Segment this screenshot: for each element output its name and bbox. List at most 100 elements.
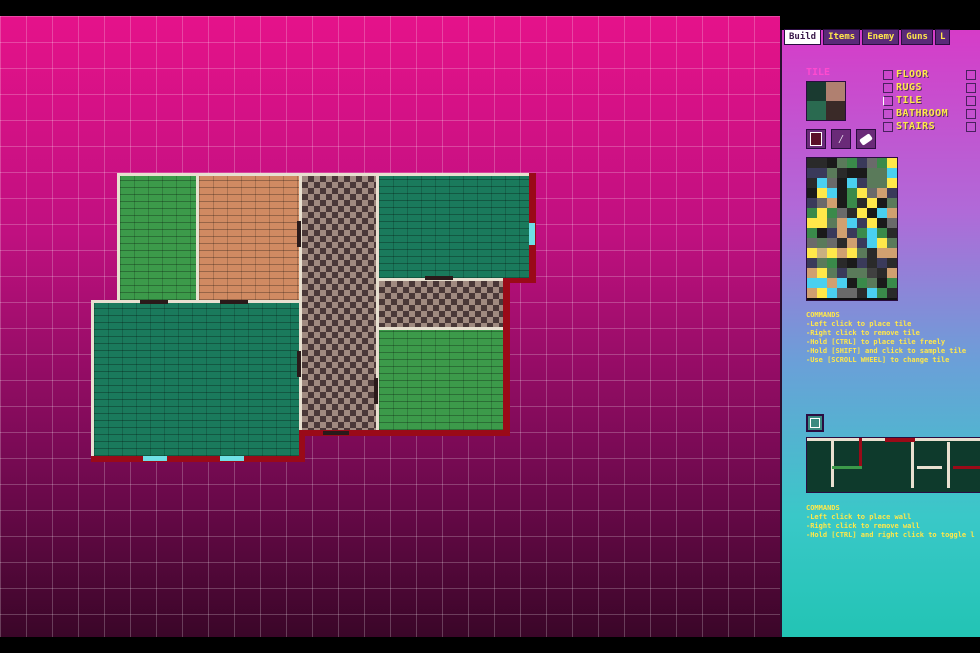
palette-tile[interactable] [857,258,867,268]
palette-tile[interactable] [877,188,887,198]
checkbox[interactable] [883,83,893,93]
level-editor-canvas[interactable] [0,16,780,637]
palette-tile[interactable] [857,218,867,228]
palette-tile[interactable] [887,198,897,208]
palette-tile[interactable] [867,208,877,218]
palette-tile[interactable] [837,278,847,288]
palette-tile[interactable] [887,258,897,268]
palette-tile[interactable] [807,238,817,248]
palette-tile[interactable] [887,208,897,218]
palette-tile[interactable] [877,158,887,168]
palette-tile[interactable] [837,228,847,238]
palette-tile[interactable] [877,248,887,258]
palette-tile[interactable] [837,258,847,268]
wall-tool-button[interactable] [806,414,824,432]
palette-tile[interactable] [847,228,857,238]
palette-tile[interactable] [877,288,887,298]
tab-build[interactable]: Build [784,29,822,45]
palette-tile[interactable] [837,198,847,208]
door[interactable] [529,223,535,245]
palette-tile[interactable] [887,178,897,188]
palette-tile[interactable] [847,188,857,198]
palette-tile[interactable] [887,158,897,168]
palette-tile[interactable] [817,238,827,248]
palette-tile[interactable] [867,248,877,258]
palette-tile[interactable] [877,278,887,288]
wall-palette[interactable] [806,437,980,493]
palette-tile[interactable] [827,258,837,268]
palette-tile[interactable] [867,278,877,288]
palette-tile[interactable] [827,228,837,238]
palette-tile[interactable] [877,198,887,208]
checkbox[interactable] [883,109,893,119]
eyedropper-tool-button[interactable]: ⁄ [831,129,851,149]
tile-palette[interactable] [806,157,898,301]
eraser-tool-button[interactable] [856,129,876,149]
palette-tile[interactable] [887,218,897,228]
palette-tile[interactable] [817,258,827,268]
room-top-right-teal[interactable] [376,173,532,281]
tab-items[interactable]: Items [823,29,861,45]
palette-tile[interactable] [847,268,857,278]
palette-tile[interactable] [817,248,827,258]
checkbox[interactable] [966,109,976,119]
palette-tile[interactable] [837,158,847,168]
palette-tile[interactable] [847,288,857,298]
palette-tile[interactable] [837,208,847,218]
palette-tile[interactable] [807,228,817,238]
palette-tile[interactable] [827,198,837,208]
tab-guns[interactable]: Guns [901,29,933,45]
palette-tile[interactable] [847,278,857,288]
palette-tile[interactable] [867,198,877,208]
category-stairs[interactable]: STAIRS [883,121,935,132]
palette-tile[interactable] [817,268,827,278]
palette-tile[interactable] [887,288,897,298]
palette-tile[interactable] [847,208,857,218]
palette-tile[interactable] [877,228,887,238]
palette-tile[interactable] [837,218,847,228]
palette-tile[interactable] [817,178,827,188]
palette-tile[interactable] [847,238,857,248]
palette-tile[interactable] [847,178,857,188]
hallway-checker-horizontal[interactable] [376,278,506,330]
palette-tile[interactable] [817,208,827,218]
doorway[interactable] [297,351,301,377]
category-bathroom[interactable]: BATHROOM [883,108,948,119]
palette-tile[interactable] [847,168,857,178]
category-rugs[interactable]: RUGS [883,82,922,93]
palette-tile[interactable] [857,248,867,258]
palette-tile[interactable] [827,168,837,178]
palette-tile[interactable] [827,208,837,218]
palette-tile[interactable] [847,218,857,228]
palette-tile[interactable] [807,258,817,268]
palette-tile[interactable] [837,188,847,198]
room-bottom-left-teal[interactable] [91,300,302,459]
palette-tile[interactable] [817,228,827,238]
room-top-orange[interactable] [196,173,302,303]
palette-tile[interactable] [867,258,877,268]
palette-tile[interactable] [867,218,877,228]
palette-tile[interactable] [857,158,867,168]
palette-tile[interactable] [837,178,847,188]
palette-tile[interactable] [887,268,897,278]
palette-tile[interactable] [887,188,897,198]
doorway[interactable] [297,221,301,247]
room-bottom-right-green[interactable] [376,327,506,433]
palette-tile[interactable] [807,288,817,298]
palette-tile[interactable] [807,168,817,178]
palette-tile[interactable] [807,198,817,208]
palette-tile[interactable] [807,278,817,288]
checkbox[interactable] [966,83,976,93]
palette-tile[interactable] [857,228,867,238]
palette-tile[interactable] [827,158,837,168]
palette-tile[interactable] [857,168,867,178]
palette-tile[interactable] [867,188,877,198]
doorway[interactable] [425,276,453,280]
palette-tile[interactable] [837,238,847,248]
palette-tile[interactable] [837,168,847,178]
palette-tile[interactable] [877,258,887,268]
palette-tile[interactable] [807,178,817,188]
palette-tile[interactable] [807,158,817,168]
palette-tile[interactable] [837,288,847,298]
palette-tile[interactable] [837,268,847,278]
